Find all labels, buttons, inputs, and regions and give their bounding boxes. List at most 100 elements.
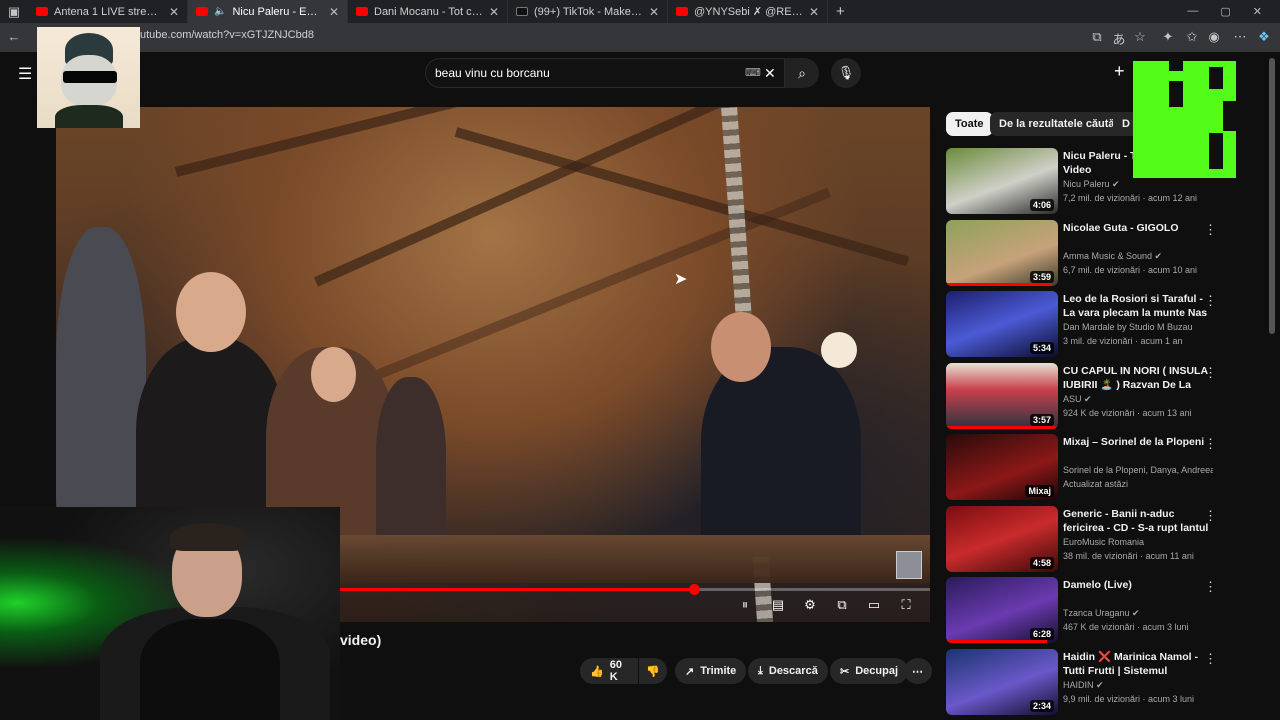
download-label: Descarcă [768, 665, 818, 677]
browser-tab[interactable]: Dani Mocanu - Tot ce am avut | C ✕ [348, 0, 508, 23]
guest-face [311, 347, 356, 402]
close-tab-icon[interactable]: ✕ [809, 5, 819, 19]
search-button[interactable]: ⌕ [785, 58, 819, 88]
video-thumbnail[interactable]: Mixaj [946, 434, 1058, 500]
recommended-video[interactable]: 3:59 Nicolae Guta - GIGOLO Amma Music & So… [946, 220, 1217, 286]
browser-tab[interactable]: (99+) TikTok - Make Your Day ✕ [508, 0, 668, 23]
recommended-video-title[interactable]: Leo de la Rosiori si Taraful - La vara p… [1063, 292, 1213, 320]
browser-tab[interactable]: @YNYSebi ✗ @RENVTO. - Te Rap ✕ [668, 0, 828, 23]
more-options-icon[interactable]: ⋮ [1204, 365, 1217, 381]
kick-logo [1133, 61, 1236, 178]
duration-badge: 2:34 [1029, 700, 1054, 712]
minimize-window-icon[interactable]: — [1187, 5, 1198, 18]
video-thumbnail[interactable]: 3:59 [946, 220, 1058, 286]
channel-name[interactable]: Dan Mardale by Studio M Buzau [1063, 322, 1213, 332]
chip-all[interactable]: Toate [946, 112, 993, 136]
close-tab-icon[interactable]: ✕ [329, 5, 339, 19]
new-tab-icon[interactable]: + [836, 3, 845, 20]
streamer-webcam [0, 507, 340, 720]
profile-avatar-icon[interactable]: ◉ [1206, 29, 1222, 45]
extensions-icon[interactable]: ✦ [1160, 29, 1176, 45]
download-icon: ⤓ [758, 664, 763, 677]
search-icon: ⌕ [798, 65, 806, 81]
browser-tab-active[interactable]: 🔈 Nicu Paleru - Eu beau vinul c ✕ [188, 0, 348, 23]
duration-badge: 4:06 [1029, 199, 1054, 211]
watched-progress-bar [946, 426, 1058, 429]
youtube-favicon-icon [196, 7, 208, 16]
channel-name[interactable]: ASU ✔ [1063, 394, 1213, 405]
more-options-icon[interactable]: ⋮ [1204, 293, 1217, 309]
miniplayer-icon[interactable]: ⧉ [832, 597, 852, 613]
close-tab-icon[interactable]: ✕ [649, 5, 659, 19]
close-window-icon[interactable]: ✕ [1253, 5, 1262, 18]
keyboard-icon[interactable]: ⌨ [745, 59, 761, 87]
video-thumbnail[interactable]: 4:06 [946, 148, 1058, 214]
theater-mode-icon[interactable]: ▭ [864, 597, 884, 613]
tab-actions-icon[interactable]: ▣ [6, 4, 22, 20]
download-button[interactable]: ⤓ Descarcă [748, 658, 828, 684]
recommended-video-title[interactable]: Damelo (Live) [1063, 578, 1213, 592]
subtitles-icon[interactable]: ▤ [768, 597, 788, 613]
translate-icon[interactable]: あ [1111, 29, 1127, 48]
video-thumbnail[interactable]: 3:57 [946, 363, 1058, 429]
browser-address-bar: ← utube.com/watch?v=xGTJZNJCbd8 ⧉ あ ☆ ✦ … [0, 23, 1280, 52]
autoplay-toggle-icon[interactable]: ⏸ [733, 597, 757, 613]
create-icon[interactable]: + [1114, 61, 1125, 82]
video-thumbnail[interactable]: 5:34 [946, 291, 1058, 357]
recommended-video[interactable]: 4:58 Generic - Banii n-aduc fericirea - C… [946, 506, 1217, 572]
like-button[interactable]: 👍 60 K [580, 658, 638, 684]
recommended-video[interactable]: 3:57 CU CAPUL IN NORI ( INSULA IUBIRII 🏝️… [946, 363, 1217, 429]
channel-name[interactable]: Nicu Paleru ✔ [1063, 179, 1213, 190]
page-scrollbar[interactable] [1269, 58, 1275, 334]
app-install-icon[interactable]: ⧉ [1089, 29, 1105, 45]
recommended-video[interactable]: Mixaj Mixaj – Sorinel de la Plopeni Sorine… [946, 434, 1217, 500]
channel-name[interactable]: Amma Music & Sound ✔ [1063, 251, 1213, 262]
channel-name[interactable]: Sorinel de la Plopeni, Danya, Andreea Va… [1063, 465, 1213, 475]
recommended-video-title[interactable]: Nicolae Guta - GIGOLO [1063, 221, 1213, 235]
copilot-icon[interactable]: ❖ [1256, 29, 1272, 45]
hamburger-menu-icon[interactable]: ☰ [18, 64, 32, 84]
recommended-video-title[interactable]: Mixaj – Sorinel de la Plopeni [1063, 435, 1213, 449]
recommended-video[interactable]: 2:34 Haidin ❌ Marinica Namol - Tutti Frut… [946, 649, 1217, 715]
channel-name[interactable]: HAIDIN ✔ [1063, 680, 1213, 691]
tab-title: (99+) TikTok - Make Your Day [534, 5, 643, 18]
more-options-icon[interactable]: ⋮ [1204, 436, 1217, 452]
close-tab-icon[interactable]: ✕ [489, 5, 499, 19]
dislike-button[interactable]: 👎 [639, 658, 667, 684]
browser-menu-icon[interactable]: ⋯ [1232, 29, 1248, 45]
scrubber-handle[interactable] [689, 584, 701, 595]
voice-search-button[interactable]: 🎙 [831, 58, 861, 88]
recommended-video-title[interactable]: Haidin ❌ Marinica Namol - Tutti Frutti |… [1063, 650, 1213, 678]
maximize-window-icon[interactable]: ▢ [1220, 5, 1230, 18]
roof-beam [313, 107, 830, 287]
video-thumbnail[interactable]: 6:28 [946, 577, 1058, 643]
recommended-video[interactable]: 5:34 Leo de la Rosiori si Taraful - La va… [946, 291, 1217, 357]
browser-tab[interactable]: Antena 1 LIVE stream. Vezi online ✕ [28, 0, 188, 23]
speaker-icon[interactable]: 🔈 [214, 6, 226, 17]
recommended-video[interactable]: 6:28 Damelo (Live) Tzanca Uraganu ✔ 467 K d… [946, 577, 1217, 643]
recommended-video-title[interactable]: CU CAPUL IN NORI ( INSULA IUBIRII 🏝️ ) R… [1063, 364, 1213, 392]
clip-button[interactable]: ✂ Decupaj [830, 658, 909, 684]
more-actions-button[interactable]: ⋯ [904, 658, 932, 684]
share-button[interactable]: ↗ Trimite [675, 658, 747, 684]
more-options-icon[interactable]: ⋮ [1204, 579, 1217, 595]
clear-search-icon[interactable]: ✕ [764, 59, 776, 87]
video-thumbnail[interactable]: 2:34 [946, 649, 1058, 715]
video-thumbnail[interactable]: 4:58 [946, 506, 1058, 572]
more-options-icon[interactable]: ⋮ [1204, 651, 1217, 667]
fullscreen-icon[interactable]: ⛶ [896, 597, 916, 613]
settings-gear-icon[interactable]: ⚙ [800, 597, 820, 613]
favorite-star-icon[interactable]: ☆ [1132, 29, 1148, 45]
address-url[interactable]: utube.com/watch?v=xGTJZNJCbd8 [140, 29, 314, 41]
back-arrow-icon[interactable]: ← [6, 29, 22, 44]
channel-name[interactable]: EuroMusic Romania [1063, 537, 1213, 547]
favorites-icon[interactable]: ✩ [1184, 29, 1200, 45]
more-options-icon[interactable]: ⋮ [1204, 508, 1217, 524]
search-input[interactable]: beau vinu cu borcanu ⌨ ✕ [425, 58, 785, 88]
channel-name[interactable]: Tzanca Uraganu ✔ [1063, 608, 1213, 619]
youtube-favicon-icon [356, 7, 368, 16]
recommended-video-title[interactable]: Generic - Banii n-aduc fericirea - CD - … [1063, 507, 1213, 535]
more-options-icon[interactable]: ⋮ [1204, 222, 1217, 238]
channel-watermark[interactable] [896, 551, 922, 579]
close-tab-icon[interactable]: ✕ [169, 5, 179, 19]
